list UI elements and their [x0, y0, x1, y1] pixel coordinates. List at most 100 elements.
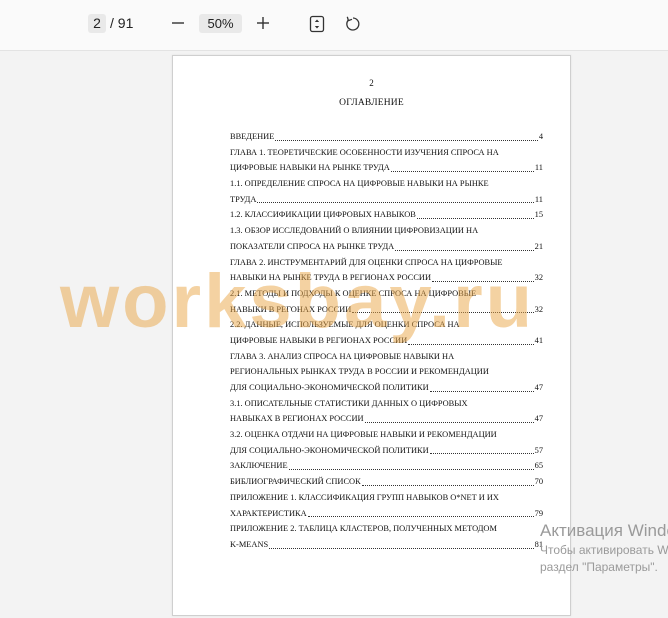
dot-leader: [429, 380, 534, 392]
toc-entry-text: НАВЫКИ В РЕГОНАХ РОССИИ: [230, 304, 352, 314]
toc-entry-text: НАВЫКИ НА РЫНКЕ ТРУДА В РЕГИОНАХ РОССИИ: [230, 273, 432, 283]
toc-entry[interactable]: НАВЫКИ НА РЫНКЕ ТРУДА В РЕГИОНАХ РОССИИ 3…: [230, 270, 543, 286]
dot-leader: [307, 506, 534, 518]
fit-page-button[interactable]: [308, 15, 326, 33]
toc-entry-text: K-MEANS: [230, 539, 269, 549]
activation-line: раздел "Параметры".: [540, 560, 658, 574]
dot-leader: [361, 474, 534, 486]
activation-title: Активация Windows: [540, 521, 668, 540]
toc-entry-text: ВВЕДЕНИЕ: [230, 132, 275, 141]
toc-entry-text: 1.2. КЛАССИФИКАЦИИ ЦИФРОВЫХ НАВЫКОВ: [230, 210, 416, 220]
dot-leader: [395, 239, 534, 251]
toc-entry-page: 15: [534, 210, 543, 220]
page-total: / 91: [110, 15, 134, 31]
toc-entry-text: ПРИЛОЖЕНИЕ 1. КЛАССИФИКАЦИЯ ГРУПП НАВЫКО…: [230, 492, 499, 502]
toc-entry-text: ЦИФРОВЫЕ НАВЫКИ НА РЫНКЕ ТРУДА: [230, 163, 390, 173]
toc-entry-text: ХАРАКТЕРИСТИКА: [230, 508, 307, 518]
toc-entry-page: 32: [534, 273, 543, 283]
toc-entry-text: ДЛЯ СОЦИАЛЬНО-ЭКОНОМИЧЕСКОЙ ПОЛИТИКИ: [230, 383, 429, 392]
toc-entry-text: НАВЫКАХ В РЕГИОНАХ РОССИИ: [230, 414, 364, 424]
toc-entry-page: 11: [534, 194, 543, 204]
dot-leader: [288, 458, 534, 471]
toc-entry[interactable]: РЕГИОНАЛЬНЫХ РЫНКАХ ТРУДА В РОССИИ И РЕК…: [230, 364, 543, 380]
toc-entry-text: ТРУДА: [230, 194, 257, 204]
toc-entry-text: ПРИЛОЖЕНИЕ 2. ТАБЛИЦА КЛАСТЕРОВ, ПОЛУЧЕН…: [230, 524, 497, 534]
toc-entry-text: 3.1. ОПИСАТЕЛЬНЫЕ СТАТИСТИКИ ДАННЫХ О ЦИ…: [230, 398, 468, 408]
toc-entry[interactable]: БИБЛИОГРАФИЧЕСКИЙ СПИСОК 70: [230, 474, 543, 490]
dot-leader: [269, 537, 534, 549]
toc-entry-page: 32: [534, 304, 543, 314]
toc-entry-text: РЕГИОНАЛЬНЫХ РЫНКАХ ТРУДА В РОССИИ И РЕК…: [230, 367, 489, 377]
toc-entry-page: 11: [534, 163, 543, 173]
toc-entry[interactable]: НАВЫКАХ В РЕГИОНАХ РОССИИ 47: [230, 411, 543, 427]
toc-entry-text: ГЛАВА 3. АНАЛИЗ СПРОСА НА ЦИФРОВЫЕ НАВЫК…: [230, 351, 455, 361]
toc-entry-page: 4: [538, 132, 543, 141]
toc-entry[interactable]: 2.2. ДАННЫЕ, ИСПОЛЬЗУЕМЫЕ ДЛЯ ОЦЕНКИ СПР…: [230, 317, 543, 333]
dot-leader: [257, 192, 534, 204]
toc-entry[interactable]: ГЛАВА 2. ИНСТРУМЕНТАРИЙ ДЛЯ ОЦЕНКИ СПРОС…: [230, 255, 543, 271]
toc-entry-text: 1.3. ОБЗОР ИССЛЕДОВАНИЙ О ВЛИЯНИИ ЦИФРОВ…: [230, 226, 479, 236]
toc-entry-text: ГЛАВА 1. ТЕОРЕТИЧЕСКИЕ ОСОБЕННОСТИ ИЗУЧЕ…: [230, 147, 499, 157]
viewer-toolbar: 2 / 91 50%: [0, 0, 668, 51]
toc-entry[interactable]: ВВЕДЕНИЕ 4: [230, 129, 543, 145]
toc-entry[interactable]: ПРИЛОЖЕНИЕ 1. КЛАССИФИКАЦИЯ ГРУПП НАВЫКО…: [230, 490, 543, 506]
toc-entry[interactable]: 1.3. ОБЗОР ИССЛЕДОВАНИЙ О ВЛИЯНИИ ЦИФРОВ…: [230, 223, 543, 239]
toc-entry-page: 79: [534, 508, 543, 518]
toc-entry[interactable]: 1.1. ОПРЕДЕЛЕНИЕ СПРОСА НА ЦИФРОВЫЕ НАВЫ…: [230, 176, 543, 192]
toc-entry[interactable]: ХАРАКТЕРИСТИКА 79: [230, 506, 543, 522]
toc-entry-page: 47: [534, 414, 543, 424]
toc-entry[interactable]: 3.1. ОПИСАТЕЛЬНЫЕ СТАТИСТИКИ ДАННЫХ О ЦИ…: [230, 396, 543, 412]
toc-entry-text: ПОКАЗАТЕЛИ СПРОСА НА РЫНКЕ ТРУДА: [230, 241, 395, 251]
toc-entry-page: 47: [534, 383, 543, 392]
toc-entry[interactable]: ЦИФРОВЫЕ НАВЫКИ В РЕГИОНАХ РОССИИ 41: [230, 333, 543, 349]
toc-entry[interactable]: ЦИФРОВЫЕ НАВЫКИ НА РЫНКЕ ТРУДА 11: [230, 160, 543, 176]
dot-leader: [352, 302, 534, 314]
toc-entry-page: 57: [534, 445, 543, 455]
dot-leader: [429, 443, 534, 455]
dot-leader: [275, 129, 538, 141]
toc-entry-page: 21: [534, 241, 543, 251]
toc-entry-page: 65: [534, 461, 543, 471]
toc-entry[interactable]: НАВЫКИ В РЕГОНАХ РОССИИ 32: [230, 302, 543, 318]
dot-leader: [390, 160, 534, 173]
toc-entry[interactable]: K-MEANS 81: [230, 537, 543, 553]
toc-entry-text: 2.1. МЕТОДЫ И ПОДХОДЫ К ОЦЕНКЕ СПРОСА НА…: [230, 288, 477, 298]
current-page-input[interactable]: 2: [88, 14, 106, 33]
zoom-in-button[interactable]: [253, 13, 273, 33]
toc-entry-text: 2.2. ДАННЫЕ, ИСПОЛЬЗУЕМЫЕ ДЛЯ ОЦЕНКИ СПР…: [230, 320, 460, 330]
zoom-level[interactable]: 50%: [199, 14, 242, 33]
toc-entry[interactable]: ДЛЯ СОЦИАЛЬНО-ЭКОНОМИЧЕСКОЙ ПОЛИТИКИ 47: [230, 380, 543, 396]
toc-entry[interactable]: 1.2. КЛАССИФИКАЦИИ ЦИФРОВЫХ НАВЫКОВ 15: [230, 207, 543, 223]
toc-entry-text: ГЛАВА 2. ИНСТРУМЕНТАРИЙ ДЛЯ ОЦЕНКИ СПРОС…: [230, 257, 503, 267]
toc-entry[interactable]: ПРИЛОЖЕНИЕ 2. ТАБЛИЦА КЛАСТЕРОВ, ПОЛУЧЕН…: [230, 521, 543, 537]
toc-entry[interactable]: ЗАКЛЮЧЕНИЕ 65: [230, 458, 543, 474]
toc-entry-text: ЦИФРОВЫЕ НАВЫКИ В РЕГИОНАХ РОССИИ: [230, 335, 408, 345]
dot-leader: [416, 207, 534, 220]
document-page: 2 ОГЛАВЛЕНИЕ ВВЕДЕНИЕ 4 ГЛАВА 1. ТЕОРЕТИЧЕ…: [172, 55, 571, 616]
toc-entry-text: БИБЛИОГРАФИЧЕСКИЙ СПИСОК: [230, 477, 361, 487]
toc-entry[interactable]: ТРУДА 11: [230, 192, 543, 208]
activation-line: Чтобы активировать Windows, перейдите в: [540, 543, 668, 557]
dot-leader: [432, 270, 534, 282]
rotate-icon: [346, 16, 360, 31]
dot-leader: [364, 411, 534, 424]
windows-activation-notice: Активация Windows Чтобы активировать Win…: [540, 520, 668, 576]
toc-entry[interactable]: ПОКАЗАТЕЛИ СПРОСА НА РЫНКЕ ТРУДА 21: [230, 239, 543, 255]
toc-entry-page: 41: [534, 335, 543, 345]
minus-icon: [172, 22, 184, 24]
toc-entry[interactable]: ГЛАВА 3. АНАЛИЗ СПРОСА НА ЦИФРОВЫЕ НАВЫК…: [230, 349, 543, 365]
rotate-button[interactable]: [344, 15, 362, 33]
plus-icon: [257, 17, 269, 29]
toc-entry-text: 1.1. ОПРЕДЕЛЕНИЕ СПРОСА НА ЦИФРОВЫЕ НАВЫ…: [230, 179, 489, 189]
zoom-out-button[interactable]: [168, 13, 188, 33]
toc-entry-text: 3.2. ОЦЕНКА ОТДАЧИ НА ЦИФРОВЫЕ НАВЫКИ И …: [230, 430, 497, 440]
toc-entry-text: ЗАКЛЮЧЕНИЕ: [230, 461, 288, 471]
toc-title: ОГЛАВЛЕНИЕ: [339, 98, 404, 108]
page-number: 2: [369, 78, 374, 88]
toc-entry[interactable]: ДЛЯ СОЦИАЛЬНО-ЭКОНОМИЧЕСКОЙ ПОЛИТИКИ 57: [230, 443, 543, 459]
toc-entry[interactable]: ГЛАВА 1. ТЕОРЕТИЧЕСКИЕ ОСОБЕННОСТИ ИЗУЧЕ…: [230, 145, 543, 161]
toc-entry-page: 70: [534, 477, 543, 487]
table-of-contents: ВВЕДЕНИЕ 4 ГЛАВА 1. ТЕОРЕТИЧЕСКИЕ ОСОБЕННО…: [230, 129, 543, 553]
toc-entry[interactable]: 2.1. МЕТОДЫ И ПОДХОДЫ К ОЦЕНКЕ СПРОСА НА…: [230, 286, 543, 302]
toc-entry[interactable]: 3.2. ОЦЕНКА ОТДАЧИ НА ЦИФРОВЫЕ НАВЫКИ И …: [230, 427, 543, 443]
